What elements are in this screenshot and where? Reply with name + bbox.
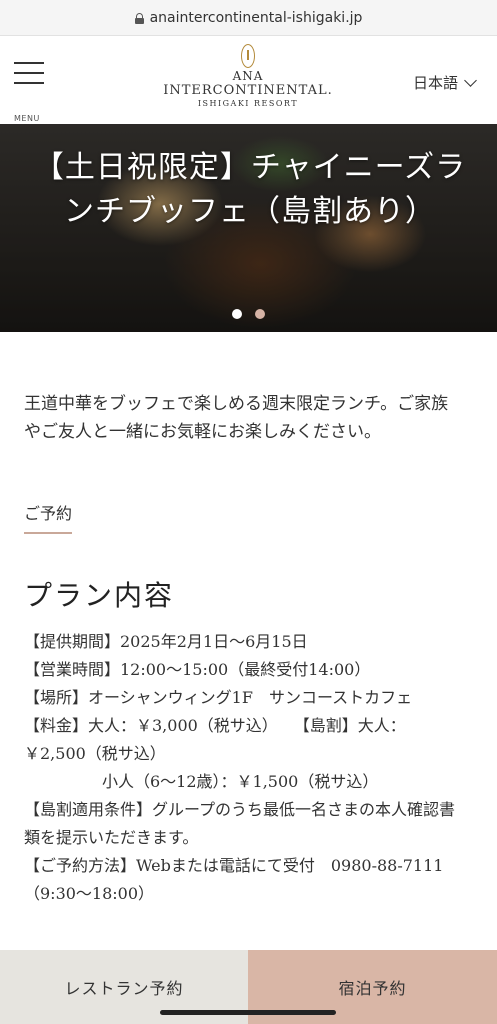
slide-dot-1[interactable]	[231, 309, 242, 319]
logo-line-ana: ANA	[232, 69, 264, 83]
hamburger-icon	[14, 62, 44, 64]
plan-details: 【提供期間】2025年2月1日～6月15日 【営業時間】12:00～15:00（…	[24, 628, 464, 908]
plan-price-child: 小人（6～12歳）：￥1,500（税サ込）	[102, 772, 379, 791]
logo-line-resort: ISHIGAKI RESORT	[197, 99, 299, 108]
lock-icon	[134, 13, 144, 24]
plan-location: 【場所】オーシャンウィング1F サンコーストカフェ	[24, 688, 413, 707]
plan-price: 【料金】大人：￥3,000（税サ込） 【島割】大人：￥2,500（税サ込）	[24, 716, 406, 763]
chevron-down-icon	[464, 73, 477, 87]
hamburger-icon-bar	[14, 82, 44, 84]
site-logo[interactable]: ANA INTERCONTINENTAL. ISHIGAKI RESORT	[148, 44, 348, 109]
hero-title: 【土日祝限定】チャイニーズランチブッフェ（島割あり）	[33, 150, 467, 229]
menu-label: MENU	[14, 114, 40, 123]
intercontinental-emblem-icon	[241, 44, 255, 68]
plan-period: 【提供期間】2025年2月1日～6月15日	[24, 632, 308, 651]
plan-heading: プラン内容	[24, 579, 175, 612]
site-header: MENU ANA INTERCONTINENTAL. ISHIGAKI RESO…	[0, 36, 497, 124]
plan-hours: 【営業時間】12:00～15:00（最終受付14:00）	[24, 660, 371, 679]
logo-line-intercontinental: INTERCONTINENTAL.	[163, 83, 333, 98]
hero-banner[interactable]: 【土日祝限定】チャイニーズランチブッフェ（島割あり）	[0, 124, 497, 332]
plan-discount-conditions: 【島割適用条件】グループのうち最低一名さまの本人確認書類を提示いただきます。	[24, 800, 456, 847]
language-label: 日本語	[412, 74, 458, 92]
plan-reservation-method: 【ご予約方法】Webまたは電話にて受付 0980-88-7111（9:30～18…	[24, 856, 444, 903]
home-indicator[interactable]	[160, 1010, 336, 1015]
hamburger-icon-bar	[14, 72, 44, 74]
menu-button[interactable]: MENU	[14, 62, 44, 123]
url-text[interactable]: anaintercontinental-ishigaki.jp	[150, 10, 363, 26]
slide-indicators	[0, 304, 497, 323]
browser-url-bar[interactable]: anaintercontinental-ishigaki.jp	[0, 0, 497, 36]
intro-text: 王道中華をブッフェで楽しめる週末限定ランチ。ご家族やご友人と一緒にお気軽にお楽し…	[24, 394, 449, 442]
language-selector[interactable]: 日本語	[412, 72, 477, 93]
slide-dot-2[interactable]	[255, 309, 266, 319]
reservation-link[interactable]: ご予約	[24, 500, 73, 534]
